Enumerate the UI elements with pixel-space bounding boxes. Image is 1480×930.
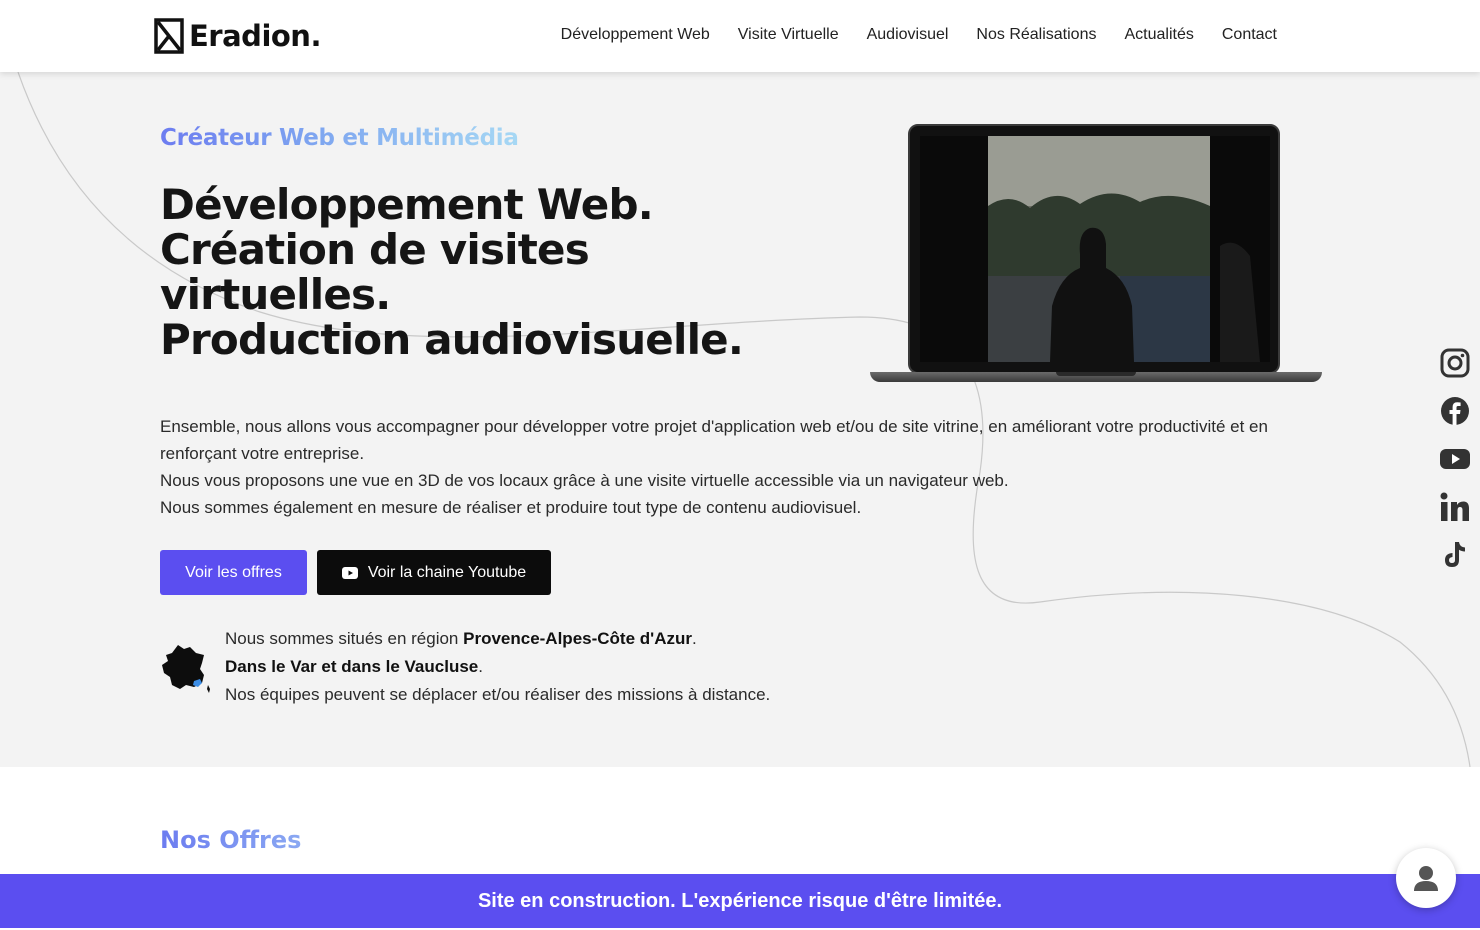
hero-section: Créateur Web et Multimédia Développement… <box>0 72 1480 767</box>
instagram-link[interactable] <box>1439 347 1471 379</box>
logo-link[interactable]: Eradion. <box>154 18 321 54</box>
nav-item-audiovisuel[interactable]: Audiovisuel <box>867 26 949 44</box>
tiktok-icon <box>1445 542 1465 567</box>
youtube-icon <box>341 566 358 579</box>
video-preview <box>920 136 1270 362</box>
location-line-departments: Dans le Var et dans le Vaucluse. <box>225 657 483 676</box>
construction-banner-text: Site en construction. L'expérience risqu… <box>477 889 1003 912</box>
laptop-image <box>870 124 1322 384</box>
nav-item-contact[interactable]: Contact <box>1222 26 1277 44</box>
description-paragraph: Nous vous proposons une vue en 3D de vos… <box>160 471 1009 490</box>
description-paragraph: Nous sommes également en mesure de réali… <box>160 498 862 517</box>
chat-button[interactable] <box>1396 848 1456 908</box>
youtube-channel-button[interactable]: Voir la chaine Youtube <box>317 550 551 595</box>
description-paragraph: Ensemble, nous allons vous accompagner p… <box>160 417 1268 463</box>
region-name: Provence-Alpes-Côte d'Azur <box>463 629 692 648</box>
view-offers-label: Voir les offres <box>185 563 282 581</box>
location-text: Nous sommes situés en région Provence-Al… <box>225 625 925 709</box>
logo-icon <box>154 18 184 54</box>
youtube-icon <box>1440 449 1470 469</box>
view-offers-button[interactable]: Voir les offres <box>160 550 307 595</box>
video-frame-illustration <box>920 136 1270 362</box>
facebook-link[interactable] <box>1439 395 1471 427</box>
linkedin-icon <box>1440 492 1469 521</box>
nav-item-developpement-web[interactable]: Développement Web <box>561 26 710 44</box>
headline-line: Développement Web. <box>160 180 654 229</box>
headline-line: Création de visites <box>160 225 590 274</box>
youtube-channel-label: Voir la chaine Youtube <box>367 563 527 581</box>
nav-item-actualites[interactable]: Actualités <box>1124 26 1193 44</box>
nav-item-realisations[interactable]: Nos Réalisations <box>976 26 1096 44</box>
linkedin-link[interactable] <box>1439 491 1471 523</box>
offers-section-title: Nos Offres <box>160 826 302 854</box>
hero-description: Ensemble, nous allons vous accompagner p… <box>160 413 1320 521</box>
hero-subtitle: Créateur Web et Multimédia <box>160 125 519 151</box>
headline-line: Production audiovisuelle. <box>160 315 744 364</box>
tiktok-link[interactable] <box>1439 539 1471 571</box>
location-line-region: Nous sommes situés en région Provence-Al… <box>225 629 697 648</box>
site-header: Eradion. Développement Web Visite Virtue… <box>0 0 1480 72</box>
social-links <box>1439 347 1471 587</box>
laptop-screen <box>908 124 1280 374</box>
logo-text: Eradion. <box>189 19 321 53</box>
laptop-notch <box>1056 372 1136 376</box>
location-line-remote: Nos équipes peuvent se déplacer et/ou ré… <box>225 685 771 704</box>
france-map-icon <box>162 645 210 693</box>
nav-item-visite-virtuelle[interactable]: Visite Virtuelle <box>738 26 839 44</box>
hero-headline: Développement Web. Création de visites v… <box>160 182 860 362</box>
instagram-icon <box>1440 348 1470 378</box>
departments-name: Dans le Var et dans le Vaucluse <box>225 657 479 676</box>
construction-banner: Site en construction. L'expérience risqu… <box>0 874 1480 928</box>
main-nav: Développement Web Visite Virtuelle Audio… <box>533 26 1277 44</box>
user-avatar-icon <box>1414 866 1438 891</box>
facebook-icon <box>1441 397 1469 425</box>
youtube-link[interactable] <box>1439 443 1471 475</box>
headline-line: virtuelles. <box>160 270 391 319</box>
